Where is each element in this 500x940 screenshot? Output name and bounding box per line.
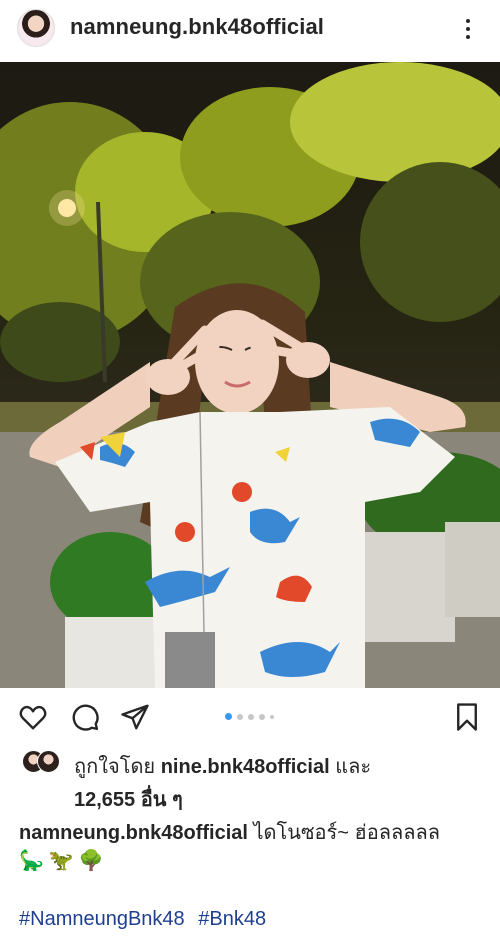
more-vertical-icon xyxy=(466,19,470,23)
more-options-button[interactable] xyxy=(458,14,478,44)
send-icon[interactable] xyxy=(120,702,150,732)
bookmark-icon[interactable] xyxy=(452,702,482,732)
likes-count[interactable]: 12,655 อื่น ๆ xyxy=(74,783,183,815)
avatar[interactable] xyxy=(37,750,60,773)
caption-text: ไดโนซอร์~ ฮ่อลลลลล xyxy=(253,822,441,844)
carousel-indicator xyxy=(225,713,274,720)
hashtag-link[interactable]: #NamneungBnk48 xyxy=(19,908,185,930)
hashtags: #NamneungBnk48 #Bnk48 xyxy=(19,908,274,931)
post-username[interactable]: namneung.bnk48official xyxy=(70,14,324,40)
comment-icon[interactable] xyxy=(70,702,100,732)
photo-illustration xyxy=(0,62,500,688)
post-photo[interactable] xyxy=(0,62,500,688)
post-actions xyxy=(0,690,500,742)
liked-by-text: ถูกใจโดย nine.bnk48official และ xyxy=(74,756,372,778)
heart-icon[interactable] xyxy=(18,702,48,732)
hashtag-link[interactable]: #Bnk48 xyxy=(198,908,266,930)
post-header: namneung.bnk48official xyxy=(0,0,500,62)
liked-by-username[interactable]: nine.bnk48official xyxy=(161,756,330,778)
post-caption: namneung.bnk48official ไดโนซอร์~ ฮ่อลลลล… xyxy=(19,818,489,848)
avatar[interactable] xyxy=(17,9,55,47)
caption-username[interactable]: namneung.bnk48official xyxy=(19,822,248,844)
caption-emojis: 🦕🦖🌳 xyxy=(19,850,109,872)
liked-by-avatars xyxy=(22,750,66,773)
